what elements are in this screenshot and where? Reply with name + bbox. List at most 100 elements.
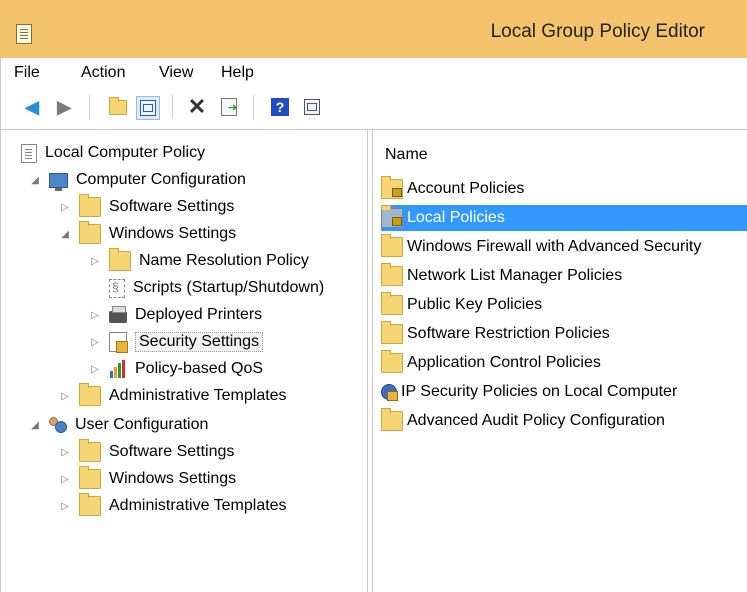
users-icon <box>49 416 67 434</box>
collapsed-triangle-icon[interactable]: ▷ <box>89 336 101 348</box>
security-settings-icon <box>109 332 128 353</box>
list-item[interactable]: Application Control Policies <box>381 350 747 376</box>
column-header-name[interactable]: Name <box>373 146 428 164</box>
up-folder-icon[interactable] <box>107 96 129 118</box>
tree-item-label: Windows Settings <box>109 470 237 487</box>
folder-icon <box>79 439 101 462</box>
list-item-selected[interactable]: Local Policies <box>381 205 747 231</box>
tree-root[interactable]: Local Computer Policy <box>21 140 205 166</box>
folder-icon <box>79 466 101 489</box>
gpedit-app-icon[interactable] <box>16 24 32 44</box>
folder-icon <box>79 493 101 516</box>
folder-icon <box>381 321 403 344</box>
policy-folder-icon <box>381 205 403 228</box>
tree-name-resolution-policy[interactable]: ▷ Name Resolution Policy <box>89 248 309 274</box>
tree-root-label: Local Computer Policy <box>45 144 206 161</box>
tree-item-label: Name Resolution Policy <box>139 252 309 269</box>
list-item[interactable]: Public Key Policies <box>381 292 747 318</box>
tree-item-label: Software Settings <box>109 443 235 460</box>
expanded-triangle-icon[interactable]: ◢ <box>29 419 41 431</box>
menu-help[interactable]: Help <box>221 64 254 82</box>
menu-action[interactable]: Action <box>81 64 125 82</box>
export-list-icon[interactable] <box>218 96 240 118</box>
list-item[interactable]: Network List Manager Policies <box>381 263 747 289</box>
details-pane[interactable]: Name Account Policies Local Policies Win… <box>372 130 747 592</box>
tree-computer-configuration[interactable]: ◢ Computer Configuration <box>29 167 246 193</box>
list-item-label: Account Policies <box>407 180 525 197</box>
list-item-label: Local Policies <box>407 209 505 226</box>
collapsed-triangle-icon[interactable]: ▷ <box>59 446 71 458</box>
menu-view[interactable]: View <box>159 64 193 82</box>
toolbar-separator <box>172 95 173 119</box>
list-item-label: Windows Firewall with Advanced Security <box>407 238 702 255</box>
tree-item-label: Policy-based QoS <box>135 360 264 377</box>
tree-deployed-printers[interactable]: ▷ Deployed Printers <box>89 302 262 328</box>
folder-icon <box>79 221 101 244</box>
list-item[interactable]: IP Security Policies on Local Computer <box>381 379 747 405</box>
back-icon[interactable]: ◀ <box>21 96 43 118</box>
tree-item-label: User Configuration <box>75 416 209 433</box>
tree-user-software-settings[interactable]: ▷ Software Settings <box>59 439 234 465</box>
policy-folder-icon <box>381 176 403 199</box>
toolbar-separator <box>89 95 90 119</box>
list-item-label: Advanced Audit Policy Configuration <box>407 412 665 429</box>
folder-icon <box>381 292 403 315</box>
list-item-label: Software Restriction Policies <box>407 325 610 342</box>
tree-item-label: Deployed Printers <box>135 306 263 323</box>
tree-policy-based-qos[interactable]: ▷ Policy-based QoS <box>89 356 263 382</box>
list-item[interactable]: Windows Firewall with Advanced Security <box>381 234 747 260</box>
collapsed-triangle-icon[interactable]: ▷ <box>59 201 71 213</box>
collapsed-triangle-icon[interactable]: ▷ <box>59 390 71 402</box>
list-item[interactable]: Advanced Audit Policy Configuration <box>381 408 747 434</box>
expanded-triangle-icon[interactable]: ◢ <box>59 228 71 240</box>
policy-document-icon <box>21 143 37 163</box>
show-hide-action-pane-icon[interactable] <box>301 96 323 118</box>
tree-item-label: Computer Configuration <box>76 171 246 188</box>
collapsed-triangle-icon[interactable]: ▷ <box>89 363 101 375</box>
tree-windows-settings[interactable]: ◢ Windows Settings <box>59 221 236 247</box>
expanded-triangle-icon[interactable]: ◢ <box>29 174 41 186</box>
tree-user-windows-settings[interactable]: ▷ Windows Settings <box>59 466 236 492</box>
collapsed-triangle-icon[interactable]: ▷ <box>89 255 101 267</box>
tree-software-settings[interactable]: ▷ Software Settings <box>59 194 234 220</box>
help-icon[interactable]: ? <box>269 96 291 118</box>
printer-icon <box>109 306 127 323</box>
tree-item-label: Administrative Templates <box>109 497 287 514</box>
folder-icon <box>381 408 403 431</box>
folder-icon <box>109 248 131 271</box>
toolbar: ◀ ▶ ✕ ? <box>0 87 747 130</box>
tree-scripts[interactable]: Scripts (Startup/Shutdown) <box>109 275 324 301</box>
tree-pane[interactable]: Local Computer Policy ◢ Computer Configu… <box>0 130 368 592</box>
menu-file[interactable]: File <box>14 64 40 82</box>
folder-icon <box>79 383 101 406</box>
collapsed-triangle-icon[interactable]: ▷ <box>89 309 101 321</box>
show-hide-tree-icon[interactable] <box>136 96 160 120</box>
tree-administrative-templates[interactable]: ▷ Administrative Templates <box>59 383 287 409</box>
delete-icon[interactable]: ✕ <box>186 94 208 119</box>
list-item-label: Application Control Policies <box>407 354 601 371</box>
bar-chart-icon <box>109 360 127 378</box>
tree-item-label: Windows Settings <box>109 225 237 242</box>
list-item[interactable]: Software Restriction Policies <box>381 321 747 347</box>
forward-icon[interactable]: ▶ <box>53 96 75 118</box>
toolbar-separator <box>253 95 254 119</box>
folder-icon <box>381 263 403 286</box>
menu-bar: File Action View Help <box>0 58 747 87</box>
collapsed-triangle-icon[interactable]: ▷ <box>59 473 71 485</box>
tree-user-administrative-templates[interactable]: ▷ Administrative Templates <box>59 493 287 519</box>
tree-user-configuration[interactable]: ◢ User Configuration <box>29 412 208 438</box>
ip-security-icon <box>381 383 398 401</box>
collapsed-triangle-icon[interactable]: ▷ <box>59 500 71 512</box>
tree-security-settings[interactable]: ▷ Security Settings <box>89 329 264 355</box>
list-item[interactable]: Account Policies <box>381 176 747 202</box>
folder-icon <box>381 350 403 373</box>
tree-item-label: Software Settings <box>109 198 235 215</box>
window-title: Local Group Policy Editor <box>490 21 705 42</box>
list-item-label: Public Key Policies <box>407 296 543 313</box>
tree-item-label: Administrative Templates <box>109 387 287 404</box>
folder-icon <box>79 194 101 217</box>
tree-item-label: Scripts (Startup/Shutdown) <box>133 279 325 296</box>
list-item-label: Network List Manager Policies <box>407 267 623 284</box>
list-item-label: IP Security Policies on Local Computer <box>401 383 678 400</box>
folder-icon <box>381 234 403 257</box>
